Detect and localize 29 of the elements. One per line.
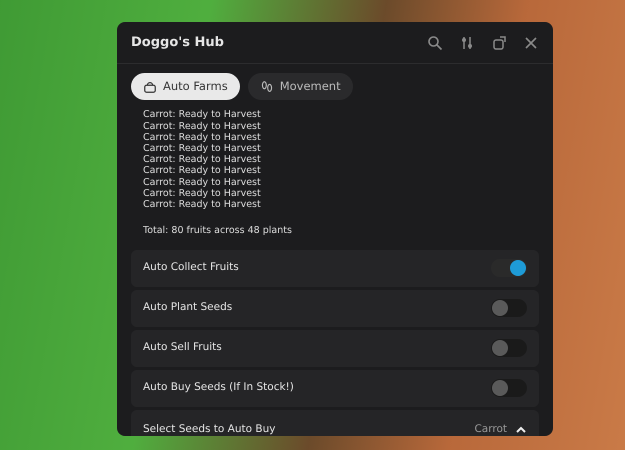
toggle-switch[interactable] bbox=[491, 379, 527, 397]
window-title: Doggo's Hub bbox=[131, 34, 224, 52]
close-icon[interactable] bbox=[523, 34, 539, 50]
tab[interactable]: Movement bbox=[248, 73, 353, 100]
log-line: Carrot: Ready to Harvest bbox=[143, 165, 262, 177]
option-label: Auto Collect Fruits bbox=[143, 260, 239, 276]
log-line: Carrot: Ready to Harvest bbox=[143, 109, 262, 121]
caret-icon[interactable] bbox=[515, 426, 527, 434]
log-line: Carrot: Ready to Harvest bbox=[143, 143, 262, 154]
option-label: Auto Sell Fruits bbox=[143, 340, 222, 356]
log-line: Carrot: Ready to Harvest bbox=[143, 120, 262, 132]
sliders-icon[interactable] bbox=[459, 34, 475, 50]
log-line: Carrot: Ready to Harvest bbox=[143, 188, 262, 200]
log-line: Carrot: Ready to Harvest bbox=[143, 154, 262, 166]
option-label: Select Seeds to Auto Buy bbox=[143, 422, 276, 436]
footprints-icon bbox=[260, 80, 274, 94]
total-text: Total: 80 fruits across 48 plants bbox=[142, 224, 293, 238]
basket-icon bbox=[143, 80, 157, 94]
toggle-switch[interactable] bbox=[491, 299, 527, 317]
toggle-switch[interactable] bbox=[491, 339, 527, 357]
option-label: Auto Plant Seeds bbox=[143, 300, 232, 316]
toggle-switch[interactable] bbox=[491, 259, 527, 277]
search-icon[interactable] bbox=[427, 34, 443, 50]
log-line: Carrot: Ready to Harvest bbox=[143, 199, 262, 210]
tab[interactable]: Auto Farms bbox=[131, 73, 240, 100]
log-line: Carrot: Ready to Harvest bbox=[143, 176, 262, 188]
dropdown-value[interactable]: Carrot bbox=[474, 422, 507, 436]
option-label: Auto Buy Seeds (If In Stock!) bbox=[143, 380, 294, 396]
log-line: Carrot: Ready to Harvest bbox=[143, 132, 262, 144]
